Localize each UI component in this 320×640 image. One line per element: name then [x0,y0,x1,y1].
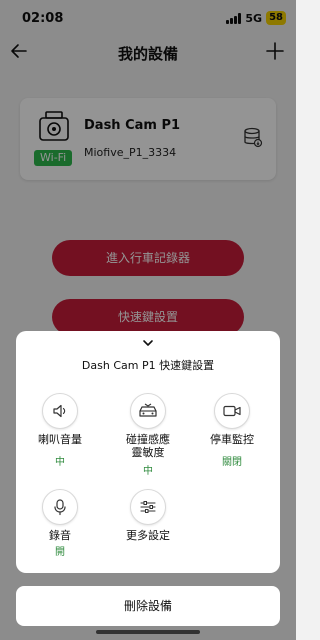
tile-label: 停車監控 [210,433,254,446]
quick-settings-sheet: Dash Cam P1 快速鍵設置 喇叭音量 中 碰撞感應 靈敏度 中 停車監控… [16,331,280,573]
tile-label: 碰撞感應 靈敏度 [126,433,170,459]
tile-label: 更多設定 [126,529,170,542]
tile-icon-circle [214,393,250,429]
tile-value: 中 [143,466,153,477]
tile-label: 錄音 [49,529,71,542]
speaker-icon [53,404,66,418]
microphone-icon [54,499,66,516]
tile-value: 中 [55,457,65,468]
tile-icon-circle [130,489,166,525]
home-indicator [96,630,200,634]
tile-value: 關閉 [222,457,242,468]
tile-value: 開 [55,547,65,558]
tile-more-settings[interactable]: 更多設定 [108,489,188,542]
tile-speaker-volume[interactable]: 喇叭音量 中 [20,393,100,468]
delete-device-button[interactable]: 刪除設備 [16,586,280,626]
video-camera-icon [223,405,241,417]
tile-audio-recording[interactable]: 錄音 開 [20,489,100,558]
chevron-down-icon[interactable] [140,337,156,349]
collision-icon [139,403,157,417]
sliders-icon [140,501,156,513]
tile-icon-circle [42,393,78,429]
tile-label: 喇叭音量 [38,433,82,446]
tile-icon-circle [130,393,166,429]
sheet-title: Dash Cam P1 快速鍵設置 [81,359,215,372]
tile-collision-sensitivity[interactable]: 碰撞感應 靈敏度 中 [108,393,188,477]
tile-parking-monitor[interactable]: 停車監控 關閉 [192,393,272,468]
tile-icon-circle [42,489,78,525]
